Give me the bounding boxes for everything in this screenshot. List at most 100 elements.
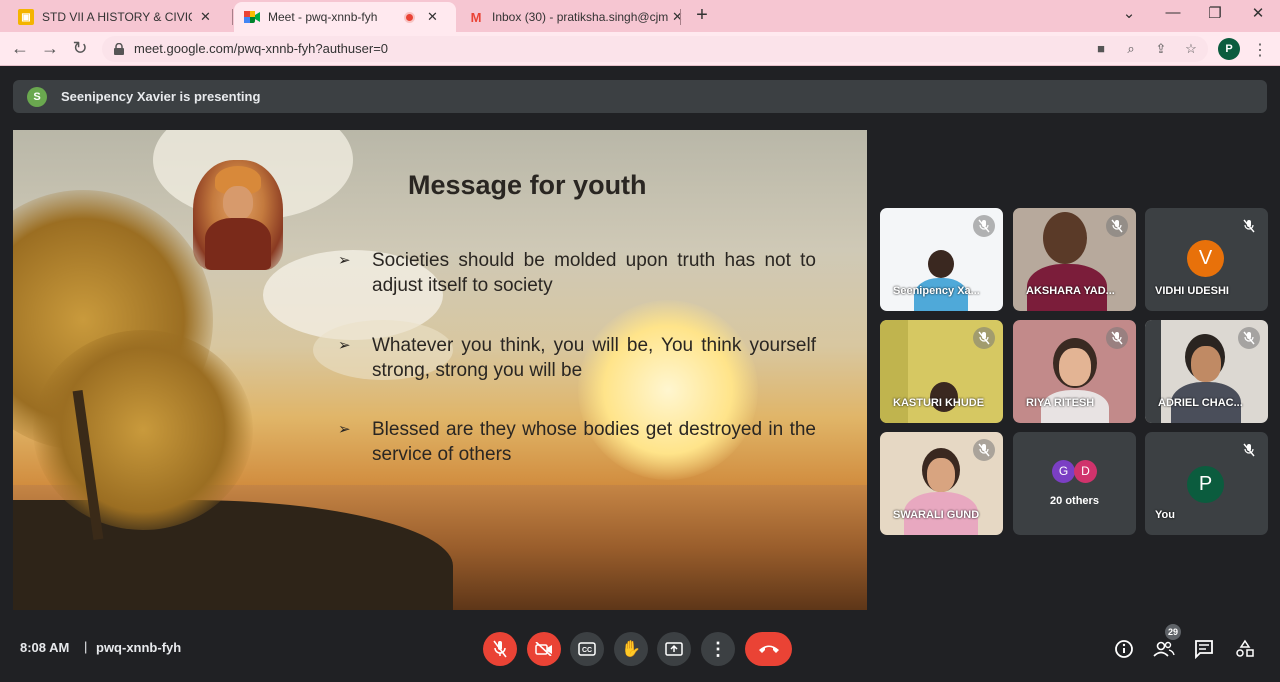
more-options-button[interactable]: ⋮	[701, 632, 735, 666]
participant-name: VIDHI UDESHI	[1155, 285, 1229, 297]
activities-button[interactable]	[1233, 637, 1257, 661]
tab-meet[interactable]: Meet - pwq-xnnb-fyh ✕	[234, 2, 456, 32]
participant-name: ADRIEL CHAC...	[1158, 397, 1243, 409]
present-now-button[interactable]	[657, 632, 691, 666]
muted-mic-icon	[1106, 215, 1128, 237]
close-tab-icon[interactable]: ✕	[427, 9, 438, 25]
participant-name: SWARALI GUND	[893, 509, 980, 521]
tab-gmail[interactable]: M Inbox (30) - pratiksha.singh@cjm ✕	[458, 2, 693, 32]
raise-hand-button[interactable]: ✋	[614, 632, 648, 666]
muted-mic-icon	[1106, 327, 1128, 349]
participant-tile[interactable]: Seenipency Xa...	[880, 208, 1003, 311]
recording-icon	[404, 11, 415, 23]
url-text[interactable]: meet.google.com/pwq-xnnb-fyh?authuser=0	[134, 41, 388, 56]
people-icon	[1153, 641, 1175, 657]
close-tab-icon[interactable]: ✕	[200, 9, 211, 25]
muted-mic-icon	[1238, 439, 1260, 461]
meeting-controls-bar: 8:08 AM | pwq-xnnb-fyh CC ✋ ⋮	[0, 618, 1280, 682]
gmail-icon: M	[470, 9, 482, 25]
presenter-avatar: S	[27, 87, 47, 107]
captions-icon: CC	[578, 642, 596, 656]
self-avatar: P	[1187, 466, 1224, 503]
url-bar[interactable]: meet.google.com/pwq-xnnb-fyh?authuser=0 …	[102, 36, 1208, 62]
presenting-banner: S Seenipency Xavier is presenting	[13, 80, 1267, 113]
participant-name: RIYA RITESH	[1026, 397, 1095, 409]
slide-tree	[33, 330, 253, 530]
camera-off-button[interactable]	[527, 632, 561, 666]
share-icon[interactable]: ⇪	[1152, 41, 1170, 57]
address-bar-row: ← → ↻ meet.google.com/pwq-xnnb-fyh?authu…	[0, 32, 1280, 66]
bookmark-star-icon[interactable]: ☆	[1182, 41, 1200, 57]
people-button[interactable]	[1152, 637, 1176, 661]
activities-icon	[1236, 639, 1254, 657]
svg-text:CC: CC	[582, 647, 592, 654]
captions-button[interactable]: CC	[570, 632, 604, 666]
camera-in-use-icon[interactable]: ■	[1092, 41, 1110, 56]
classroom-icon: ▣	[18, 9, 34, 25]
new-tab-button[interactable]: +	[690, 4, 714, 27]
self-tile[interactable]: P You	[1145, 432, 1268, 535]
browser-tab-bar: ▣ STD VII A HISTORY & CIVICS 202 ✕ Meet …	[0, 0, 1280, 32]
info-separator: |	[84, 639, 88, 654]
participant-avatar: D	[1074, 460, 1097, 483]
tab-divider	[232, 9, 233, 25]
browser-menu-icon[interactable]: ⋮	[1252, 40, 1268, 60]
bullet-arrow-icon: ➢	[338, 337, 351, 354]
muted-mic-icon	[973, 439, 995, 461]
tab-title: Meet - pwq-xnnb-fyh	[268, 10, 378, 24]
chat-icon	[1195, 640, 1213, 659]
muted-mic-icon	[973, 215, 995, 237]
info-icon	[1115, 640, 1133, 658]
muted-mic-icon	[1238, 215, 1260, 237]
bullet-arrow-icon: ➢	[338, 252, 351, 269]
tab-title: STD VII A HISTORY & CIVICS 202	[42, 10, 192, 24]
participant-avatar: V	[1187, 240, 1224, 277]
slide-title: Message for youth	[408, 170, 647, 200]
participant-tile[interactable]: RIYA RITESH	[1013, 320, 1136, 423]
chat-button[interactable]	[1192, 637, 1216, 661]
mic-off-icon	[493, 640, 507, 658]
people-count-badge: 29	[1165, 624, 1181, 640]
meeting-details-button[interactable]	[1112, 637, 1136, 661]
close-window-icon[interactable]: ✕	[1243, 4, 1273, 22]
present-icon	[665, 642, 683, 656]
reload-icon[interactable]: ↻	[69, 38, 91, 59]
tab-classroom[interactable]: ▣ STD VII A HISTORY & CIVICS 202 ✕	[8, 2, 221, 32]
presentation-slide[interactable]: Message for youth ➢ Societies should be …	[13, 130, 867, 610]
meeting-code: pwq-xnnb-fyh	[96, 640, 182, 655]
close-tab-icon[interactable]: ✕	[672, 9, 683, 25]
mic-off-button[interactable]	[483, 632, 517, 666]
participant-tile[interactable]: KASTURI KHUDE	[880, 320, 1003, 423]
lock-icon[interactable]	[114, 42, 124, 55]
hang-up-icon	[758, 645, 779, 653]
participant-tile[interactable]: AKSHARA YAD...	[1013, 208, 1136, 311]
muted-mic-icon	[973, 327, 995, 349]
participant-name: KASTURI KHUDE	[893, 397, 985, 409]
minimize-icon[interactable]: —	[1158, 4, 1188, 21]
profile-avatar[interactable]: P	[1218, 38, 1240, 60]
others-count: 20 others	[1050, 495, 1099, 507]
participant-tile[interactable]: SWARALI GUND	[880, 432, 1003, 535]
restore-icon[interactable]: ❐	[1200, 4, 1230, 22]
tab-divider	[680, 9, 681, 25]
presenting-text: Seenipency Xavier is presenting	[61, 89, 261, 104]
participant-name: You	[1155, 509, 1175, 521]
participant-tile[interactable]: V VIDHI UDESHI	[1145, 208, 1268, 311]
more-vert-icon: ⋮	[709, 638, 727, 659]
participant-tile[interactable]: ADRIEL CHAC...	[1145, 320, 1268, 423]
back-icon[interactable]: ←	[9, 38, 31, 59]
participant-name: Seenipency Xa...	[893, 285, 980, 297]
camera-off-icon	[535, 642, 552, 656]
meeting-time: 8:08 AM	[20, 640, 70, 655]
forward-icon[interactable]: →	[39, 38, 61, 59]
tab-title: Inbox (30) - pratiksha.singh@cjm	[492, 10, 668, 24]
zoom-icon[interactable]: ⌕	[1122, 41, 1140, 57]
tab-search-icon[interactable]: ⌄	[1114, 4, 1144, 22]
bullet-arrow-icon: ➢	[338, 421, 351, 438]
participant-avatar: G	[1052, 460, 1075, 483]
leave-call-button[interactable]	[745, 632, 792, 666]
muted-mic-icon	[1238, 327, 1260, 349]
others-tile[interactable]: G D 20 others	[1013, 432, 1136, 535]
hand-icon: ✋	[621, 641, 641, 658]
meet-icon	[244, 9, 260, 25]
